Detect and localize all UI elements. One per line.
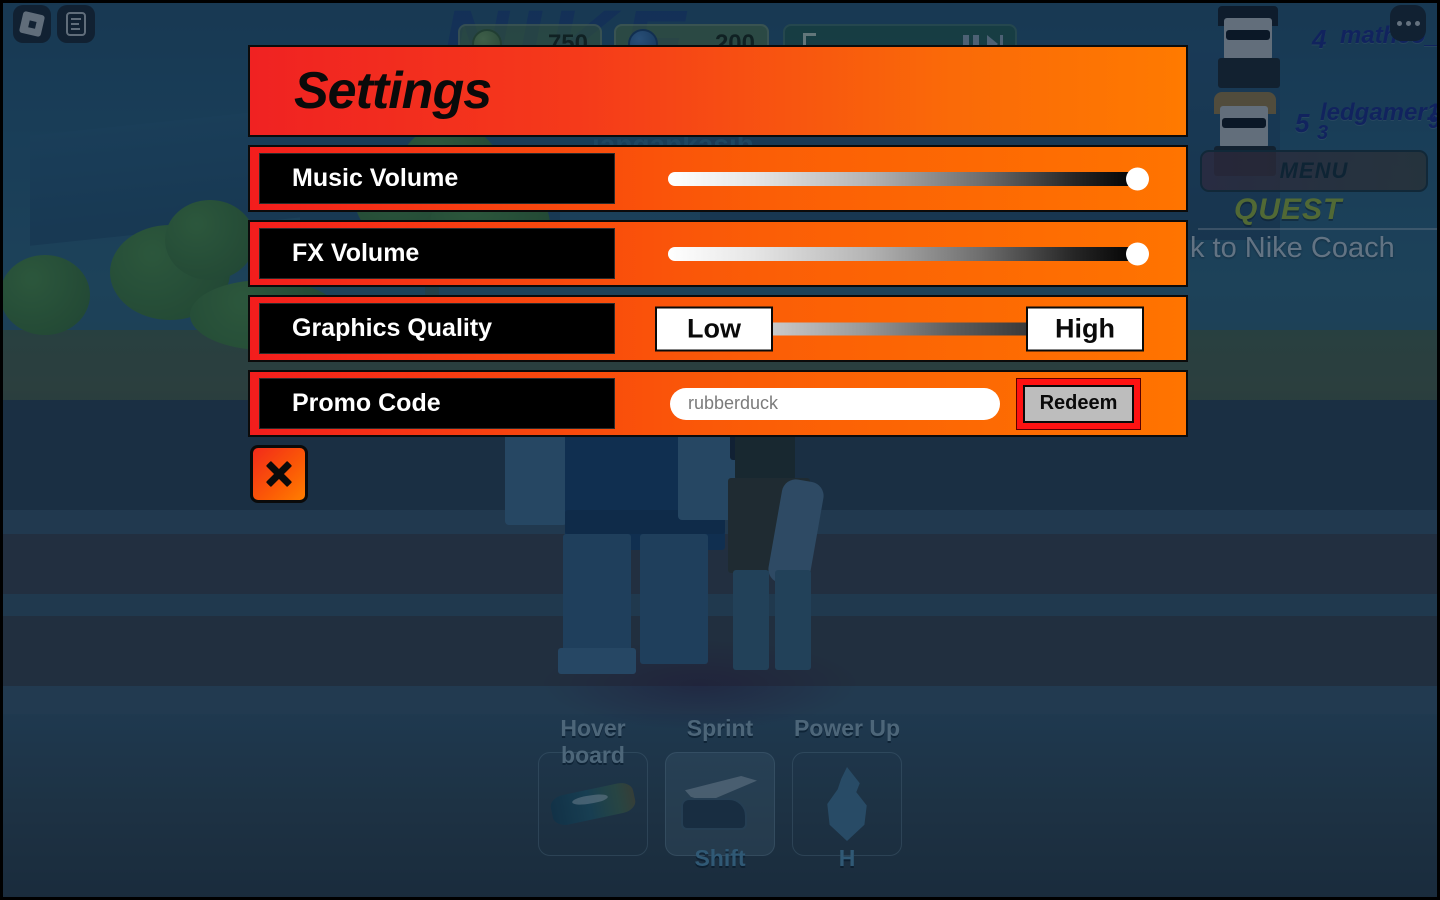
close-icon [264,459,294,489]
close-settings-button[interactable] [250,445,308,503]
redeem-button-highlight: Redeem [1016,377,1141,430]
quest-divider [1198,228,1438,230]
slider-knob[interactable] [1126,167,1149,190]
leaderboard-rank: 5 [1295,108,1310,138]
hotbar-slot-box[interactable] [792,752,902,856]
setting-label: Promo Code [259,378,615,429]
setting-control [615,147,1186,210]
shoe-body-shape [681,798,747,830]
leaderboard-extra: 9 [1428,108,1440,133]
hotbar-slot-box[interactable] [665,752,775,856]
hotbar-slot-label: Sprint [686,715,754,741]
setting-row-fx-volume: FX Volume [248,220,1188,287]
hotbar-slot-key: H [838,845,856,871]
music-volume-slider[interactable] [668,167,1149,190]
hotbar-slot-box[interactable] [538,752,648,856]
avatar-body [1218,58,1280,88]
leaderboard-rank: 4 [1312,24,1327,54]
setting-control: Low High [615,297,1186,360]
fx-volume-slider[interactable] [668,242,1149,265]
page-title: Settings [294,62,492,120]
setting-row-promo-code: Promo Code Redeem [248,370,1188,437]
settings-header: Settings [248,45,1188,137]
more-options-icon[interactable] [1390,5,1426,41]
avatar-sunglasses [1222,118,1266,128]
menu-button[interactable]: MENU [1200,150,1428,192]
shoe-icon [679,774,761,834]
hotbar-slot-powerup[interactable]: Power Up H [792,715,902,871]
setting-row-graphics-quality: Graphics Quality Low High [248,295,1188,362]
graphics-quality-control: Low High [655,306,1144,351]
setting-control: Redeem [615,372,1186,435]
flame-icon [827,767,867,841]
promo-code-input[interactable] [670,387,1000,420]
hotbar: Hover board Sprint Shift Power Up H [520,715,920,900]
roblox-logo-icon[interactable] [13,5,51,43]
setting-label: FX Volume [259,228,615,279]
hotbar-slot-key: Shift [694,845,746,871]
document-glyph [66,12,86,36]
quest-title: QUEST [1234,193,1343,226]
setting-control [615,222,1186,285]
quality-low-button[interactable]: Low [655,306,773,351]
hotbar-slot-label: Power Up [793,715,901,741]
quality-gradient-bar[interactable] [773,322,1026,335]
setting-label: Graphics Quality [259,303,615,354]
avatar-sunglasses [1226,30,1270,40]
document-menu-icon[interactable] [57,5,95,43]
roblox-glyph [18,10,46,38]
settings-panel: Settings Music Volume FX Volume Graphics… [248,45,1188,437]
setting-row-music-volume: Music Volume [248,145,1188,212]
quest-objective-text: k to Nike Coach [1190,232,1395,264]
hoverboard-icon [548,780,638,828]
quality-high-button[interactable]: High [1026,306,1144,351]
game-screen: NIKE [0,0,1440,900]
promo-code-control: Redeem [670,377,1150,430]
slider-knob[interactable] [1126,242,1149,265]
redeem-button[interactable]: Redeem [1023,384,1134,423]
avatar [1212,4,1288,88]
leaderboard-name: ledgamer100 [1320,99,1440,126]
hotbar-slot-hoverboard[interactable]: Hover board [538,715,648,856]
hotbar-slot-sprint[interactable]: Sprint Shift [665,715,775,871]
setting-label: Music Volume [259,153,615,204]
